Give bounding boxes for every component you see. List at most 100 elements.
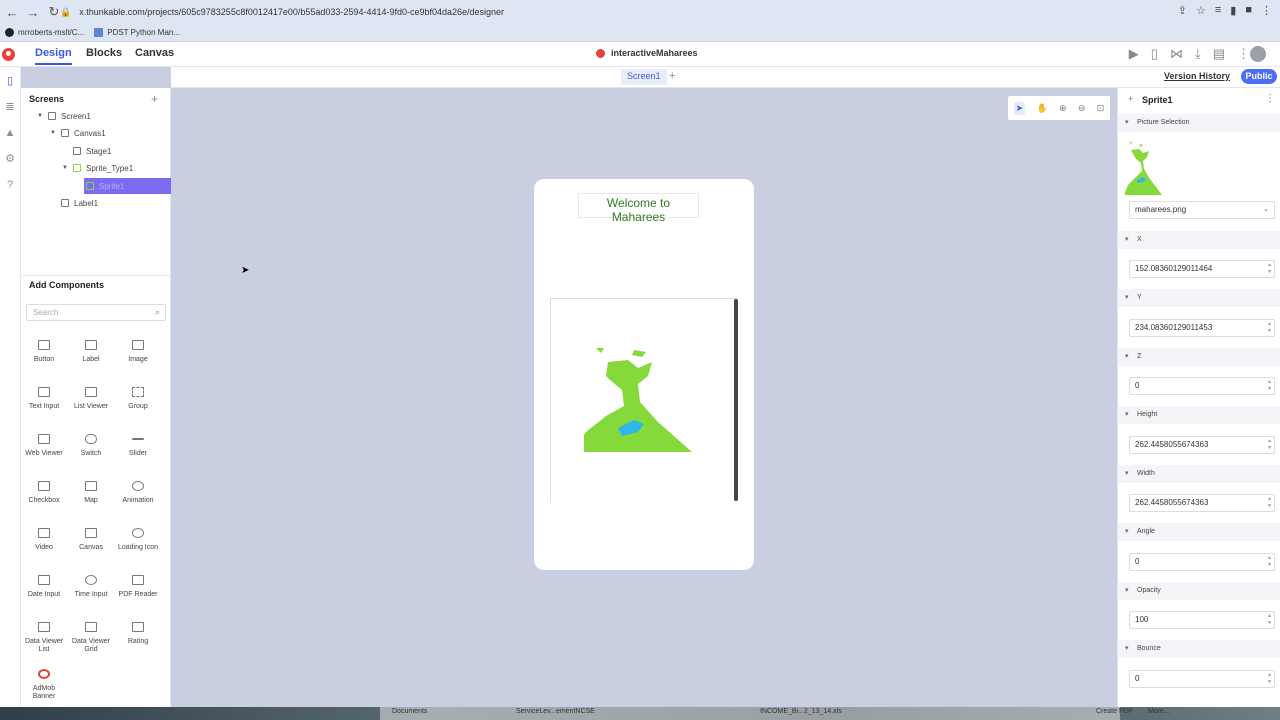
bookmark-item[interactable]: PDST Python Man... (94, 28, 180, 37)
component-text-input[interactable]: Text Input (22, 387, 66, 411)
component-label[interactable]: Label (69, 340, 113, 364)
add-screen-plus-icon[interactable]: + (151, 92, 158, 106)
tree-item-label1[interactable]: Label1 (61, 195, 167, 211)
section-width[interactable]: Width (1118, 465, 1280, 483)
zoom-out-icon[interactable]: ⊖ (1078, 103, 1086, 114)
hand-icon[interactable]: ✋ (1037, 103, 1048, 114)
component-search-input[interactable]: Search ⌕ (26, 304, 166, 321)
help-icon[interactable]: ? (4, 179, 16, 191)
collapse-icon[interactable]: ▼ (37, 113, 43, 119)
section-x[interactable]: X (1118, 231, 1280, 249)
component-group[interactable]: Group (116, 387, 160, 411)
canvas-scrollbar[interactable] (734, 299, 738, 501)
more-icon[interactable]: ⋮ (1237, 46, 1250, 62)
tree-item-sprite-type1[interactable]: ▼ Sprite_Type1 (62, 160, 167, 176)
component-canvas[interactable]: Canvas (69, 528, 113, 552)
stepper-icon[interactable]: ▲ ▼ (1267, 262, 1272, 276)
settings-icon[interactable]: ⚙ (4, 153, 16, 165)
component-switch[interactable]: Switch (69, 434, 113, 458)
angle-field[interactable]: 0 ▲ ▼ (1129, 553, 1275, 571)
stepper-icon[interactable]: ▲ ▼ (1267, 672, 1272, 686)
sidebar-icon[interactable]: ▮ (1230, 4, 1236, 17)
taskbar-item[interactable]: INCOME_Bi...2_13_14.xls (760, 708, 842, 715)
avatar[interactable] (1250, 46, 1266, 62)
component-list-viewer[interactable]: List Viewer (69, 387, 113, 411)
component-web-viewer[interactable]: Web Viewer (22, 434, 66, 458)
component-video[interactable]: Video (22, 528, 66, 552)
section-y[interactable]: Y (1118, 289, 1280, 307)
stepper-icon[interactable]: ▲ ▼ (1267, 613, 1272, 627)
back-icon[interactable]: ← (3, 5, 21, 20)
share-icon[interactable]: ⇪ (1178, 4, 1187, 17)
tab-design[interactable]: Design (35, 47, 72, 65)
component-animation[interactable]: Animation (116, 481, 160, 505)
pointer-icon[interactable]: ➤ (1013, 101, 1026, 115)
sprite1-preview[interactable] (584, 346, 709, 466)
tab-screen1[interactable]: Screen1 (621, 69, 667, 85)
tree-item-screen1[interactable]: ▼ Screen1 (37, 108, 167, 124)
design-canvas[interactable]: ➤ ✋ ⊕ ⊖ ⊡ ➤ Welcome to Maharees (171, 88, 1117, 707)
stepper-icon[interactable]: ▲ ▼ (1267, 321, 1272, 335)
device-icon[interactable]: ▯ (1151, 46, 1158, 62)
zoom-in-icon[interactable]: ⊕ (1059, 103, 1067, 114)
fit-screen-icon[interactable]: ⊡ (1097, 103, 1105, 114)
x-field[interactable]: 152.08360129011464 ▲ ▼ (1129, 260, 1275, 278)
add-screen-icon[interactable]: + (669, 70, 675, 82)
component-image[interactable]: Image (116, 340, 160, 364)
component-data-viewer-list[interactable]: Data Viewer List (22, 622, 66, 654)
height-field[interactable]: 262.4458055674363 ▲ ▼ (1129, 436, 1275, 454)
tree-item-stage1[interactable]: Stage1 (73, 143, 167, 159)
section-z[interactable]: Z (1118, 348, 1280, 366)
section-height[interactable]: Height (1118, 406, 1280, 424)
tree-item-canvas1[interactable]: ▼ Canvas1 (50, 125, 167, 141)
download-icon[interactable]: ⤓ (1195, 46, 1201, 62)
taskbar-item[interactable]: ServiceLev...ementNCSE (516, 708, 595, 715)
taskbar-item[interactable]: Create PDF (1096, 708, 1133, 715)
stepper-icon[interactable]: ▲ ▼ (1267, 438, 1272, 452)
version-history-link[interactable]: Version History (1164, 71, 1230, 81)
bounce-field[interactable]: 0 ▲ ▼ (1129, 670, 1275, 688)
component-button[interactable]: Button (22, 340, 66, 364)
label1-preview[interactable]: Welcome to Maharees (578, 193, 699, 224)
menu-icon[interactable]: ⋮ (1261, 4, 1272, 17)
playlist-icon[interactable]: ≡ (1215, 4, 1221, 17)
star-icon[interactable]: ☆ (1196, 4, 1206, 17)
taskbar-item[interactable]: More... (1148, 708, 1170, 715)
share-project-icon[interactable]: ⋈ (1170, 46, 1183, 62)
address-bar[interactable]: 🔒 x.thunkable.com/projects/605c9783255c8… (60, 3, 1160, 21)
section-picture-selection[interactable]: Picture Selection (1118, 114, 1280, 132)
bookmark-item[interactable]: mrroberts-mslt/C... (5, 28, 84, 37)
component-map[interactable]: Map (69, 481, 113, 505)
taskbar-item[interactable]: Documents (392, 708, 427, 715)
y-field[interactable]: 234.08360129011453 ▲ ▼ (1129, 319, 1275, 337)
section-angle[interactable]: Angle (1118, 523, 1280, 541)
component-checkbox[interactable]: Checkbox (22, 481, 66, 505)
component-time-input[interactable]: Time Input (69, 575, 113, 599)
width-field[interactable]: 262.4458055674363 ▲ ▼ (1129, 494, 1275, 512)
public-button[interactable]: Public (1241, 69, 1277, 84)
section-opacity[interactable]: Opacity (1118, 582, 1280, 600)
stepper-icon[interactable]: ▲ ▼ (1267, 555, 1272, 569)
component-date-input[interactable]: Date Input (22, 575, 66, 599)
z-field[interactable]: 0 ▲ ▼ (1129, 377, 1275, 395)
component-rating[interactable]: Rating (116, 622, 160, 646)
section-bounce[interactable]: Bounce (1118, 640, 1280, 658)
collapse-icon[interactable]: ▼ (50, 130, 56, 136)
assets-icon[interactable]: ▲ (4, 127, 16, 139)
extension-icon[interactable]: ■ (1245, 4, 1252, 17)
forward-icon[interactable]: → (24, 5, 42, 20)
component-data-viewer-grid[interactable]: Data Viewer Grid (69, 622, 113, 654)
thunkable-logo-icon[interactable] (2, 48, 15, 61)
project-title[interactable]: interactiveMaharees (596, 48, 698, 58)
stepper-icon[interactable]: ▲ ▼ (1267, 496, 1272, 510)
component-admob-banner[interactable]: AdMob Banner (22, 669, 66, 701)
more-options-icon[interactable]: ⋮ (1265, 93, 1275, 104)
component-loading-icon[interactable]: Loading Icon (116, 528, 160, 552)
expand-icon[interactable]: + (1128, 94, 1133, 104)
component-pdf-reader[interactable]: PDF Reader (116, 575, 160, 599)
stepper-icon[interactable]: ▲ ▼ (1267, 379, 1272, 393)
component-slider[interactable]: Slider (116, 434, 160, 458)
database-icon[interactable]: ≣ (4, 101, 16, 113)
docs-icon[interactable]: ▤ (1213, 46, 1225, 62)
tab-blocks[interactable]: Blocks (86, 47, 122, 59)
